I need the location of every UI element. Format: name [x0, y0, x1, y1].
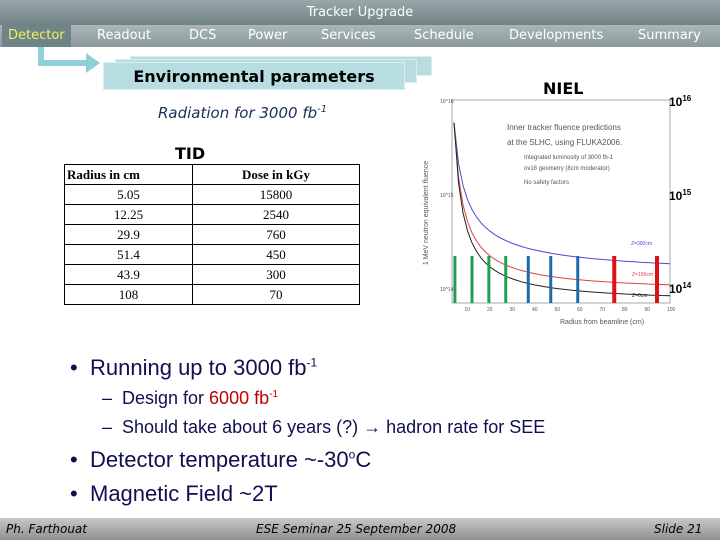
bullet-text: C	[355, 447, 372, 472]
scale-base: 10	[669, 282, 683, 296]
col-radius: Radius in cm	[64, 164, 193, 185]
subbullet-years: – Should take about 6 years (?) → hadron …	[102, 417, 546, 437]
scale-exp: 16	[682, 94, 692, 103]
cell-dose: 760	[192, 224, 360, 245]
xtick: 100	[667, 307, 675, 313]
xtick: 20	[487, 307, 493, 313]
layer-marker	[612, 256, 617, 303]
xtick: 60	[577, 307, 583, 313]
scale-exp: 14	[682, 281, 692, 290]
scale-exp: 15	[682, 188, 692, 197]
cell-radius: 108	[64, 284, 193, 305]
legend-1: Integrated luminosity of 3000 fb-1	[524, 155, 614, 161]
ytick: 10^14	[440, 287, 454, 293]
presentation-title: Tracker Upgrade	[0, 0, 720, 25]
bullet-temperature: • Detector temperature ~-30oC	[70, 447, 372, 472]
xtick: 50	[555, 307, 561, 313]
layer-marker	[487, 256, 491, 303]
curve-label-z150: Z=150cm	[632, 272, 653, 278]
curve-label-z0: Z=0cm	[632, 293, 647, 299]
scale-base: 10	[669, 189, 683, 203]
footer-author: Ph. Farthouat	[6, 522, 87, 536]
nav-detector[interactable]: Detector	[2, 25, 71, 47]
col-dose: Dose in kGy	[192, 164, 360, 185]
table-row: 43.9 300	[64, 264, 360, 285]
section-title: Environmental parameters	[103, 62, 405, 90]
bullet-running: • Running up to 3000 fb-1	[70, 355, 318, 380]
layer-marker	[549, 256, 553, 303]
cell-dose: 15800	[192, 184, 360, 205]
bullet-sup: -1	[269, 389, 279, 400]
nav-summary[interactable]: Summary	[638, 25, 701, 47]
layer-marker	[453, 256, 457, 303]
scale-base: 10	[669, 95, 683, 109]
table-row: 12.25 2540	[64, 204, 360, 225]
radiation-heading: Radiation for 3000 fb-1	[158, 104, 327, 122]
ytick: 10^15	[440, 193, 454, 199]
bullet-text: Detector temperature ~-30	[90, 447, 349, 472]
footer-slide-number: Slide 21	[654, 522, 703, 536]
cell-dose: 70	[192, 284, 360, 305]
bullet-text: Running up to 3000 fb	[90, 355, 307, 380]
radiation-sup: -1	[317, 104, 328, 115]
nav-services[interactable]: Services	[321, 25, 376, 47]
curve-label-z300: Z=300cm	[631, 241, 652, 247]
nav-readout[interactable]: Readout	[97, 25, 151, 47]
nav-developments[interactable]: Developments	[509, 25, 603, 47]
tid-title: TID	[175, 144, 206, 163]
xtick: 70	[600, 307, 606, 313]
cell-dose: 2540	[192, 204, 360, 225]
cell-radius: 5.05	[64, 184, 193, 205]
bullet-sup: -1	[306, 355, 318, 370]
layer-marker	[504, 256, 508, 303]
cell-radius: 12.25	[64, 204, 193, 225]
radiation-text: Radiation for 3000 fb	[158, 104, 318, 122]
nav-bar: Detector Readout DCS Power Services Sche…	[0, 25, 720, 47]
layer-marker	[576, 256, 580, 303]
layer-marker	[526, 256, 530, 303]
table-row: 29.9 760	[64, 224, 360, 245]
tid-table: Radius in cm Dose in kGy 5.05 15800 12.25 2…	[64, 164, 360, 305]
table-row: 108 70	[64, 284, 360, 305]
scale-label-1e15: 1015	[669, 188, 691, 203]
plot-xlabel: Radius from beamline (cm)	[560, 319, 644, 326]
nav-schedule[interactable]: Schedule	[414, 25, 474, 47]
plot-title-1: Inner tracker fluence predictions	[507, 123, 621, 132]
footer: Ph. Farthouat ESE Seminar 25 September 2…	[0, 518, 720, 540]
nav-power[interactable]: Power	[248, 25, 287, 47]
plot-title-2: at the SLHC, using FLUKA2006.	[507, 138, 622, 147]
legend-3: No safety factors	[524, 180, 569, 186]
ytick: 10^16	[440, 99, 454, 105]
layer-marker	[655, 256, 659, 303]
footer-event: ESE Seminar 25 September 2008	[256, 522, 457, 536]
bullet-text: Design for	[122, 388, 210, 408]
layer-marker	[470, 256, 474, 303]
plot-ylabel: 1 MeV neutron equivalent fluence	[423, 161, 430, 265]
cell-radius: 29.9	[64, 224, 193, 245]
table-row: 5.05 15800	[64, 184, 360, 205]
xtick: 10	[465, 307, 471, 313]
bullet-text: Should take about 6 years (?) → hadron r…	[122, 417, 546, 437]
arrow-icon	[38, 47, 100, 73]
nav-dcs[interactable]: DCS	[189, 25, 216, 47]
legend-2: ov18 geometry (8cm moderator)	[524, 166, 610, 172]
cell-dose: 450	[192, 244, 360, 265]
xtick: 90	[645, 307, 651, 313]
bullet-highlight: 6000 fb	[209, 388, 270, 408]
table-row: 51.4 450	[64, 244, 360, 265]
table-header-row: Radius in cm Dose in kGy	[64, 164, 360, 185]
scale-label-1e16: 1016	[669, 94, 691, 109]
fluence-plot: 1 MeV neutron equivalent fluence 10^16 1…	[423, 99, 675, 326]
xtick: 30	[510, 307, 516, 313]
cell-radius: 51.4	[64, 244, 193, 265]
subbullet-design: – Design for 6000 fb-1	[102, 388, 279, 408]
xtick: 80	[622, 307, 628, 313]
scale-label-1e14: 1014	[669, 281, 691, 296]
bullet-text: Magnetic Field ~2T	[90, 481, 278, 506]
cell-radius: 43.9	[64, 264, 193, 285]
cell-dose: 300	[192, 264, 360, 285]
bullet-magnetic: • Magnetic Field ~2T	[70, 481, 278, 506]
xtick: 40	[532, 307, 538, 313]
